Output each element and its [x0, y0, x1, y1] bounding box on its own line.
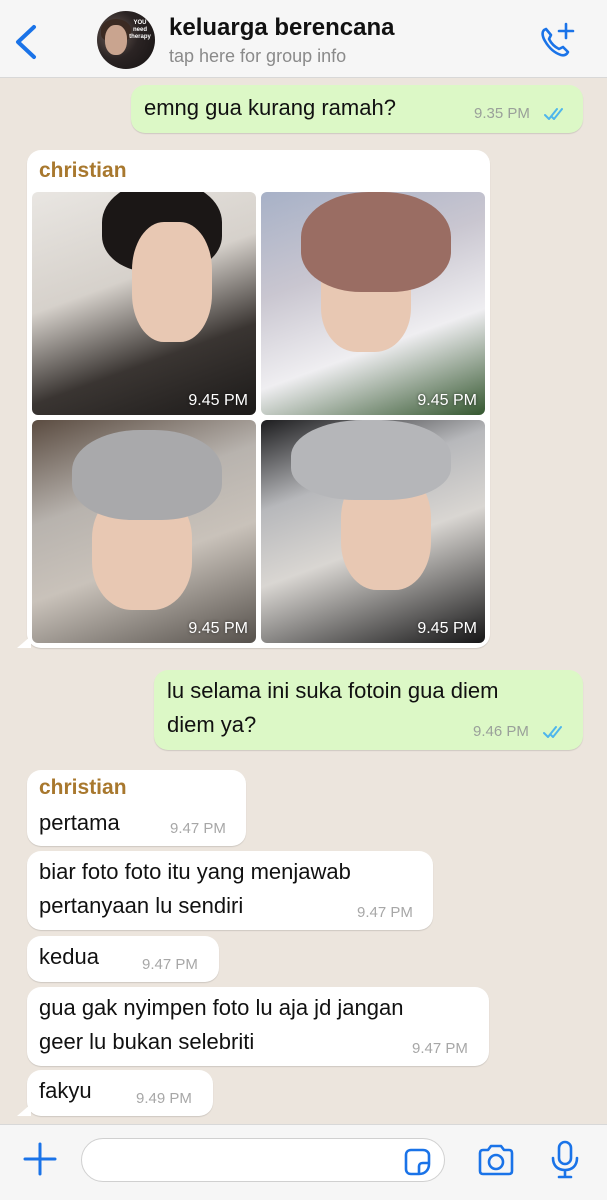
- photo-thumbnail[interactable]: 9.45 PM: [261, 192, 485, 415]
- incoming-message[interactable]: fakyu 9.49 PM: [27, 1070, 213, 1116]
- read-ticks-icon: [543, 725, 567, 739]
- message-text: emng gua kurang ramah?: [144, 95, 396, 120]
- incoming-photo-album[interactable]: christian 9.45 PM 9.45 PM 9.45 PM 9.45 P…: [27, 150, 490, 648]
- message-input[interactable]: [81, 1138, 445, 1182]
- message-text: kedua: [39, 944, 99, 969]
- message-time: 9.49 PM: [136, 1090, 192, 1107]
- bubble-tail: [17, 636, 31, 648]
- message-text-line: geer lu bukan selebriti: [39, 1029, 255, 1054]
- incoming-message[interactable]: christian pertama 9.47 PM: [27, 770, 246, 846]
- photo-time: 9.45 PM: [417, 620, 477, 637]
- message-text-line: diem ya?: [167, 712, 257, 737]
- photo-time: 9.45 PM: [417, 392, 477, 409]
- message-composer: [0, 1124, 607, 1200]
- incoming-message[interactable]: gua gak nyimpen foto lu aja jd jangan ge…: [27, 987, 489, 1066]
- chat-header: YOU need therapy keluarga berencana tap …: [0, 0, 607, 78]
- message-time: 9.47 PM: [357, 904, 413, 921]
- message-time: 9.46 PM: [473, 723, 529, 740]
- back-chevron-icon[interactable]: [12, 24, 40, 60]
- message-text: fakyu: [39, 1078, 92, 1103]
- camera-icon[interactable]: [476, 1143, 516, 1177]
- message-list[interactable]: emng gua kurang ramah? 9.35 PM christian…: [0, 79, 607, 1124]
- photo-time: 9.45 PM: [188, 392, 248, 409]
- message-text-line: gua gak nyimpen foto lu aja jd jangan: [39, 995, 404, 1020]
- read-ticks-icon: [544, 107, 568, 121]
- sticker-icon[interactable]: [402, 1147, 432, 1177]
- message-text-line: pertanyaan lu sendiri: [39, 893, 244, 918]
- microphone-icon[interactable]: [550, 1140, 580, 1180]
- message-time: 9.47 PM: [412, 1040, 468, 1057]
- message-time: 9.47 PM: [170, 820, 226, 837]
- chat-title[interactable]: keluarga berencana: [169, 14, 394, 42]
- sender-name[interactable]: christian: [39, 159, 127, 183]
- plus-icon[interactable]: [22, 1141, 58, 1177]
- outgoing-message[interactable]: lu selama ini suka fotoin gua diem diem …: [154, 670, 583, 750]
- message-text: pertama: [39, 810, 120, 835]
- group-avatar[interactable]: YOU need therapy: [97, 11, 155, 69]
- photo-thumbnail[interactable]: 9.45 PM: [261, 420, 485, 643]
- message-time: 9.47 PM: [142, 956, 198, 973]
- group-info-hint[interactable]: tap here for group info: [169, 46, 346, 67]
- sender-name[interactable]: christian: [39, 776, 127, 800]
- photo-thumbnail[interactable]: 9.45 PM: [32, 420, 256, 643]
- bubble-tail: [17, 1104, 31, 1116]
- incoming-message[interactable]: kedua 9.47 PM: [27, 936, 219, 982]
- avatar-text: YOU need therapy: [129, 20, 151, 40]
- add-call-icon[interactable]: [536, 22, 576, 60]
- message-text-line: lu selama ini suka fotoin gua diem: [167, 678, 499, 703]
- photo-time: 9.45 PM: [188, 620, 248, 637]
- photo-thumbnail[interactable]: 9.45 PM: [32, 192, 256, 415]
- message-text-line: biar foto foto itu yang menjawab: [39, 859, 351, 884]
- outgoing-message[interactable]: emng gua kurang ramah? 9.35 PM: [131, 85, 583, 133]
- message-time: 9.35 PM: [474, 105, 530, 122]
- incoming-message[interactable]: biar foto foto itu yang menjawab pertany…: [27, 851, 433, 930]
